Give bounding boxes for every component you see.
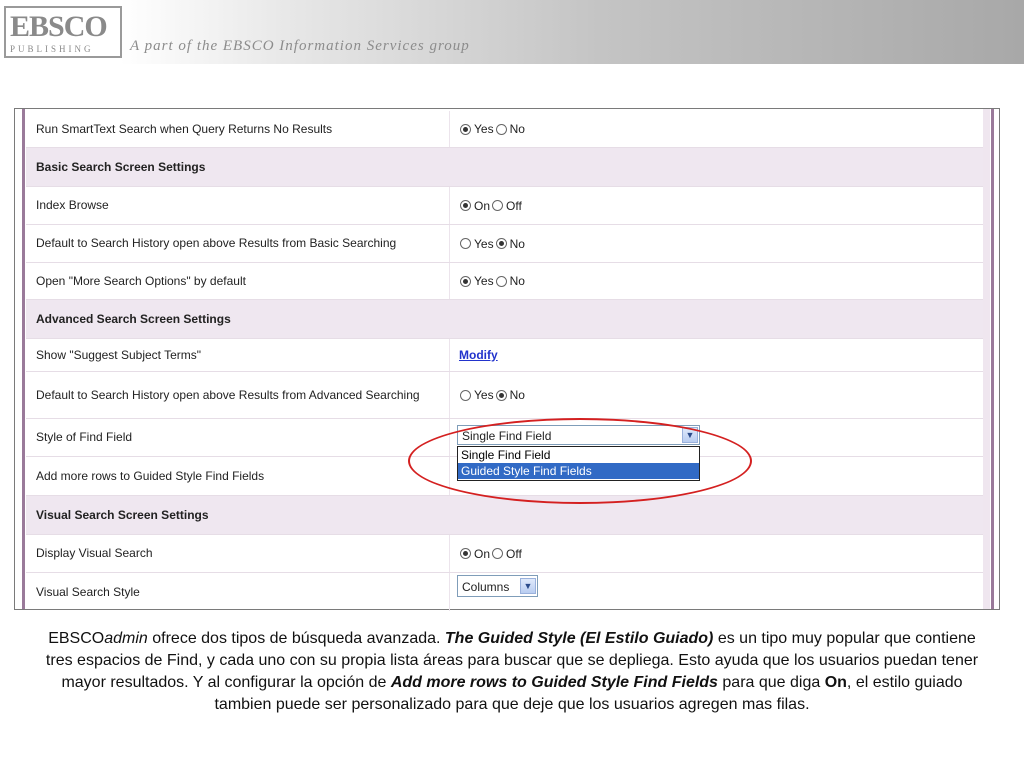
caption-part: ofrece dos tipos de búsqueda avanzada.	[147, 630, 445, 647]
radio-no-label: No	[509, 388, 525, 402]
radio-no[interactable]	[495, 238, 507, 249]
radio-off[interactable]	[492, 200, 504, 211]
setting-label: Default to Search History open above Res…	[36, 236, 397, 250]
setting-label: Show "Suggest Subject Terms"	[36, 347, 202, 362]
radio-yes[interactable]	[460, 275, 471, 287]
radio-yes[interactable]	[460, 123, 471, 135]
caption-part: EBSCO	[48, 630, 105, 647]
radio-yes-label: Yes	[474, 122, 494, 136]
setting-label: Run SmartText Search when Query Returns …	[36, 121, 333, 136]
explanation-caption: EBSCOadmin ofrece dos tipos de búsqueda …	[40, 628, 984, 716]
setting-label: Add more rows to Guided Style Find Field…	[36, 468, 265, 483]
setting-row-more-options: Open "More Search Options" by default Ye…	[26, 263, 983, 300]
setting-row-basic-history: Default to Search History open above Res…	[26, 225, 983, 263]
radio-on[interactable]	[460, 200, 471, 211]
radio-no-label: No	[509, 122, 525, 136]
setting-row-index-browse: Index Browse On Off	[26, 187, 983, 225]
section-title: Visual Search Screen Settings	[36, 507, 209, 522]
caption-on: On	[824, 674, 847, 691]
setting-row-smarttext: Run SmartText Search when Query Returns …	[26, 111, 983, 148]
ebsco-logo: EBSCO PUBLISHING	[4, 6, 122, 58]
radio-yes[interactable]	[460, 238, 471, 249]
column-divider	[449, 187, 450, 224]
setting-label: Style of Find Field	[36, 430, 133, 444]
visual-style-value: Columns	[462, 580, 510, 594]
highlight-ellipse	[408, 418, 752, 504]
column-divider	[449, 225, 450, 262]
radio-group: Yes No	[451, 111, 525, 147]
section-header-basic: Basic Search Screen Settings	[26, 148, 983, 187]
caption-add-rows: Add more rows to Guided Style Find Field…	[390, 674, 718, 691]
radio-on-label: On	[474, 198, 491, 213]
caption-italic: admin	[104, 630, 148, 647]
setting-label: Open "More Search Options" by default	[36, 273, 246, 288]
setting-label: Display Visual Search	[36, 546, 153, 560]
radio-yes-label: Yes	[474, 274, 494, 288]
radio-no-label: No	[509, 274, 525, 288]
radio-no[interactable]	[495, 389, 507, 401]
radio-yes-label: Yes	[474, 236, 494, 251]
setting-row-suggest-terms: Show "Suggest Subject Terms" Modify	[26, 339, 983, 372]
radio-group: Yes No	[451, 225, 525, 262]
section-header-advanced: Advanced Search Screen Settings	[26, 300, 983, 339]
caption-part: para que diga	[717, 674, 825, 691]
setting-label: Visual Search Style	[36, 584, 140, 599]
radio-off[interactable]	[492, 548, 504, 559]
radio-group: Yes No	[451, 372, 525, 418]
radio-on[interactable]	[460, 548, 471, 559]
section-title: Basic Search Screen Settings	[36, 159, 206, 174]
settings-table: Run SmartText Search when Query Returns …	[26, 111, 983, 611]
radio-group: On Off	[451, 535, 522, 572]
panel-right-border	[991, 109, 994, 609]
radio-no[interactable]	[495, 123, 507, 135]
radio-group: Yes No	[451, 263, 525, 299]
setting-row-display-visual: Display Visual Search On Off	[26, 535, 983, 573]
radio-off-label: Off	[506, 198, 522, 213]
banner-tagline: A part of the EBSCO Information Services…	[130, 38, 470, 54]
setting-label: Default to Search History open above Res…	[36, 387, 420, 402]
section-header-visual: Visual Search Screen Settings	[26, 496, 983, 535]
logo-sub-text: PUBLISHING	[10, 44, 94, 54]
radio-on-label: On	[474, 546, 491, 561]
caption-guided-style: The Guided Style (El Estilo Guiado)	[444, 630, 714, 647]
radio-group: On Off	[451, 187, 522, 224]
panel-right-strip	[983, 109, 990, 609]
radio-yes-label: Yes	[474, 388, 494, 402]
logo-main-text: EBSCO	[10, 10, 108, 43]
setting-row-advanced-history: Default to Search History open above Res…	[26, 372, 983, 419]
column-divider	[449, 339, 450, 371]
setting-label: Index Browse	[36, 198, 109, 212]
column-divider	[449, 372, 450, 418]
modify-link[interactable]: Modify	[459, 348, 498, 362]
radio-off-label: Off	[506, 546, 522, 561]
section-title: Advanced Search Screen Settings	[36, 311, 231, 326]
column-divider	[449, 535, 450, 572]
chevron-down-icon[interactable]: ▼	[520, 578, 536, 594]
column-divider	[449, 111, 450, 147]
header-banner: EBSCO PUBLISHING A part of the EBSCO Inf…	[0, 0, 1024, 64]
visual-style-select[interactable]: Columns ▼	[457, 575, 538, 597]
panel-left-border	[22, 109, 25, 609]
radio-yes[interactable]	[460, 389, 471, 401]
column-divider	[449, 573, 450, 611]
column-divider	[449, 263, 450, 299]
radio-no-label: No	[509, 236, 525, 251]
radio-no[interactable]	[495, 275, 507, 287]
